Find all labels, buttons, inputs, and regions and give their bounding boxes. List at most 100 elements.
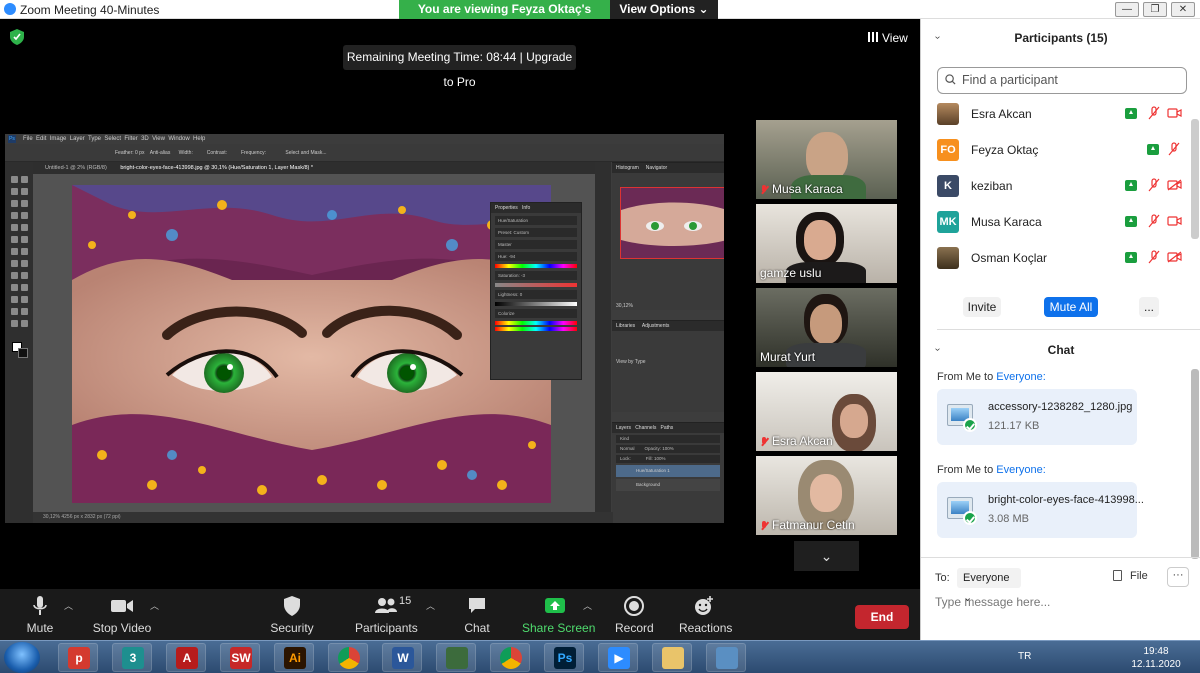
msg-to[interactable]: Everyone: (996, 464, 1046, 476)
scroll-down-button[interactable]: ⌄ (794, 541, 859, 571)
chat-message-input[interactable]: Type message here... (935, 595, 1050, 609)
muted-mic-icon[interactable] (1168, 142, 1180, 156)
participants-label: Participants (355, 621, 418, 635)
close-button[interactable]: ✕ (1171, 2, 1195, 17)
participant-search-input[interactable]: Find a participant (937, 67, 1187, 94)
avatar-initials: MK (939, 216, 957, 228)
participant-name: Murat Yurt (760, 350, 816, 364)
meeting-toolbar: Mute ︿ Stop Video ︿ Security 15 Particip… (0, 589, 920, 640)
props-tab: Properties (495, 205, 518, 211)
record-label: Record (615, 621, 654, 635)
ps-canvas-image (72, 185, 551, 503)
participant-row[interactable]: K keziban (921, 171, 1191, 201)
avatar-initials: K (944, 180, 952, 192)
chat-button[interactable]: Chat (461, 589, 493, 640)
view-options-button[interactable]: View Options ⌄ (610, 0, 718, 19)
end-meeting-button[interactable]: End (855, 605, 909, 629)
msg-to[interactable]: Everyone: (996, 371, 1046, 383)
recipient-select[interactable]: Everyone ⌄ (957, 568, 1021, 604)
file-message-card[interactable]: bright-color-eyes-face-413998... 3.08 MB (937, 482, 1144, 538)
participant-row[interactable]: Osman Koçlar (921, 243, 1191, 273)
video-tile[interactable]: Musa Karaca (756, 120, 897, 199)
participants-scrollbar[interactable] (1191, 119, 1199, 239)
participant-row[interactable]: MK Musa Karaca (921, 207, 1191, 237)
remaining-time-banner[interactable]: Remaining Meeting Time: 08:44 | Upgrade … (343, 45, 576, 89)
muted-mic-icon[interactable] (1148, 106, 1160, 120)
ps-menu-item: Type (87, 136, 101, 142)
word-icon[interactable]: W (382, 643, 422, 672)
participants-button[interactable]: 15 Participants (355, 589, 418, 640)
more-options-button[interactable]: ... (1139, 297, 1159, 317)
participant-name: Feyza Oktaç (971, 143, 1039, 157)
taskbar-app-icon[interactable]: Ai (274, 643, 314, 672)
video-off-icon[interactable] (1167, 251, 1182, 263)
taskbar-app-icon[interactable]: A (166, 643, 206, 672)
search-icon (945, 74, 956, 85)
participant-name: Fatmanur Cetin (772, 518, 855, 532)
participant-avatar (937, 247, 959, 269)
language-indicator[interactable]: TR (1018, 651, 1031, 662)
muted-mic-icon[interactable] (1148, 214, 1160, 228)
participant-row[interactable]: Esra Akcan (921, 99, 1191, 129)
chrome-icon[interactable] (490, 643, 530, 672)
file-button[interactable]: File (1113, 570, 1148, 582)
restore-button[interactable]: ❐ (1143, 2, 1167, 17)
clock[interactable]: 19:48 12.11.2020 (1126, 645, 1186, 671)
check-icon (963, 418, 977, 432)
avatar-initials: FO (940, 144, 956, 156)
taskbar: p 3 A SW Ai W Ps ▶ TR 19:48 12.11.2020 (0, 640, 1200, 673)
share-options-caret-icon[interactable]: ︿ (583, 599, 592, 612)
participants-options-caret-icon[interactable]: ︿ (426, 599, 435, 612)
share-status-icon (1147, 144, 1159, 155)
muted-mic-icon[interactable] (1148, 250, 1160, 264)
participant-row[interactable]: FO Feyza Oktaç (921, 135, 1191, 165)
video-on-icon[interactable] (1167, 215, 1182, 227)
nav-tab: Histogram (616, 165, 639, 171)
taskbar-app-icon[interactable]: 3 (112, 643, 152, 672)
minimize-button[interactable]: — (1115, 2, 1139, 17)
encryption-shield-icon[interactable] (10, 29, 24, 45)
start-button[interactable] (4, 642, 40, 673)
invite-button[interactable]: Invite (963, 297, 1001, 317)
participant-avatar: FO (937, 139, 959, 161)
chrome-icon[interactable] (328, 643, 368, 672)
video-on-icon[interactable] (1167, 107, 1182, 119)
view-button[interactable]: View (868, 31, 908, 45)
check-icon (963, 511, 977, 525)
video-off-icon[interactable] (1167, 179, 1182, 191)
video-tile[interactable]: Murat Yurt (756, 288, 897, 367)
taskbar-app-icon[interactable]: SW (220, 643, 260, 672)
ps-menu-item: View (152, 136, 165, 142)
share-banner: You are viewing Feyza Oktaç's screen (399, 0, 610, 35)
security-button[interactable]: Security (270, 589, 314, 640)
stop-video-button[interactable]: Stop Video (92, 589, 152, 640)
taskbar-app-icon[interactable] (706, 643, 746, 672)
mute-options-caret-icon[interactable]: ︿ (64, 599, 73, 612)
share-screen-button[interactable]: Share Screen (522, 589, 595, 640)
video-options-caret-icon[interactable]: ︿ (150, 599, 159, 612)
share-status-icon (1125, 180, 1137, 191)
shared-screen[interactable]: Ps File Edit Image Layer Type Select Fil… (5, 134, 724, 523)
video-camera-icon (92, 595, 152, 619)
record-button[interactable]: Record (615, 589, 654, 640)
taskbar-app-icon[interactable] (436, 643, 476, 672)
mute-button[interactable]: Mute (20, 589, 60, 640)
lib-tab: Adjustments (641, 323, 670, 329)
chat-bubble-icon (461, 595, 493, 619)
photoshop-icon[interactable]: Ps (544, 643, 584, 672)
navigator-thumbnail (620, 187, 724, 259)
video-tile[interactable]: Fatmanur Cetin (756, 456, 897, 535)
reactions-button[interactable]: Reactions (679, 589, 732, 640)
file-explorer-icon[interactable] (652, 643, 692, 672)
layer-row: Hue/Saturation 1 (616, 465, 720, 477)
muted-mic-icon[interactable] (1148, 178, 1160, 192)
zoom-icon[interactable]: ▶ (598, 643, 638, 672)
video-tile[interactable]: Esra Akcan (756, 372, 897, 451)
taskbar-app-icon[interactable]: p (58, 643, 98, 672)
chat-more-button[interactable]: ··· (1167, 567, 1189, 587)
chat-scrollbar[interactable] (1191, 369, 1199, 559)
file-message-card[interactable]: accessory-1238282_1280.jpg 121.17 KB (937, 389, 1137, 445)
mute-all-button[interactable]: Mute All (1044, 297, 1098, 317)
video-tile[interactable]: gamze uslu (756, 204, 897, 283)
file-label: File (1130, 570, 1148, 582)
